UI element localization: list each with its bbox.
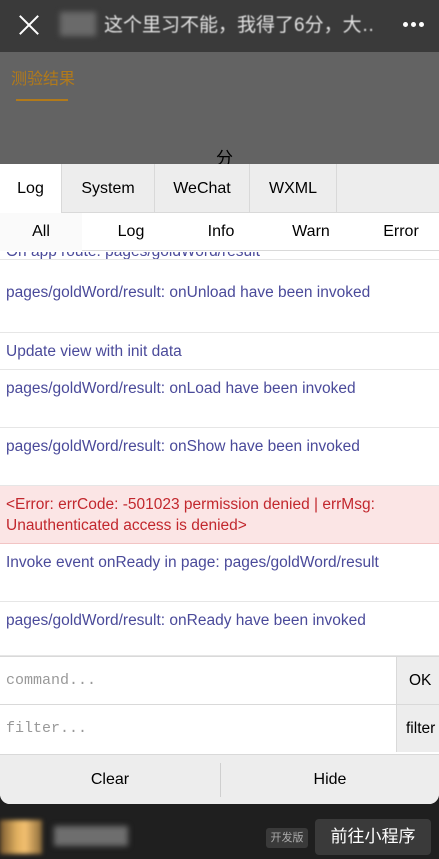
tab-wechat[interactable]: WeChat xyxy=(155,164,250,213)
console-tabs: Log System WeChat WXML xyxy=(0,164,439,213)
filter-warn[interactable]: Warn xyxy=(270,213,352,251)
close-icon[interactable] xyxy=(16,12,42,38)
tab-system[interactable]: System xyxy=(62,164,155,213)
blurred-app-name xyxy=(54,826,128,846)
vconsole-panel: Log System WeChat WXML All Log Info Warn… xyxy=(0,164,439,804)
log-entry: pages/goldWord/result: onUnload have bee… xyxy=(0,275,439,333)
command-ok-button[interactable]: OK xyxy=(396,657,439,704)
result-tab[interactable]: 测验结果 xyxy=(11,65,75,89)
dev-version-badge: 开发版 xyxy=(266,828,308,848)
log-entry: pages/goldWord/result: onShow have been … xyxy=(0,428,439,486)
filter-error[interactable]: Error xyxy=(360,213,439,251)
log-filter-bar: All Log Info Warn Error xyxy=(0,213,439,251)
hide-button[interactable]: Hide xyxy=(221,755,439,804)
command-input[interactable] xyxy=(0,657,396,704)
filter-all[interactable]: All xyxy=(0,213,82,251)
log-entry: On app route: pages/goldWord/result xyxy=(0,252,439,260)
filter-log[interactable]: Log xyxy=(90,213,172,251)
filter-button[interactable]: filter xyxy=(396,705,439,752)
clear-button[interactable]: Clear xyxy=(0,755,220,804)
log-entry: pages/goldWord/result: onLoad have been … xyxy=(0,370,439,428)
tab-wxml[interactable]: WXML xyxy=(250,164,337,213)
avatar xyxy=(0,820,42,854)
page-background: 测验结果 分 xyxy=(0,52,439,168)
log-entry: Update view with init data xyxy=(0,333,439,370)
filter-input[interactable] xyxy=(0,705,396,752)
log-list[interactable]: On app route: pages/goldWord/result page… xyxy=(0,252,439,656)
filter-info[interactable]: Info xyxy=(180,213,262,251)
tab-underline xyxy=(16,99,68,101)
more-dots-icon[interactable] xyxy=(403,22,425,28)
blurred-title-prefix xyxy=(60,12,96,36)
goto-miniprogram-button[interactable]: 前往小程序 xyxy=(315,819,431,855)
command-row: OK xyxy=(0,656,439,704)
tab-log[interactable]: Log xyxy=(0,164,62,213)
page-title: 这个里习不能，我得了6分，大… xyxy=(104,15,374,36)
log-entry: pages/goldWord/result: onReady have been… xyxy=(0,602,439,656)
title-bar: 这个里习不能，我得了6分，大… xyxy=(0,0,439,52)
log-entry: Invoke event onReady in page: pages/gold… xyxy=(0,544,439,602)
error-log-entry: <Error: errCode: -501023 permission deni… xyxy=(0,486,439,544)
console-actions: Clear Hide xyxy=(0,754,439,804)
footer-bar: 开发版 前往小程序 xyxy=(0,804,439,859)
filter-row: filter xyxy=(0,704,439,754)
